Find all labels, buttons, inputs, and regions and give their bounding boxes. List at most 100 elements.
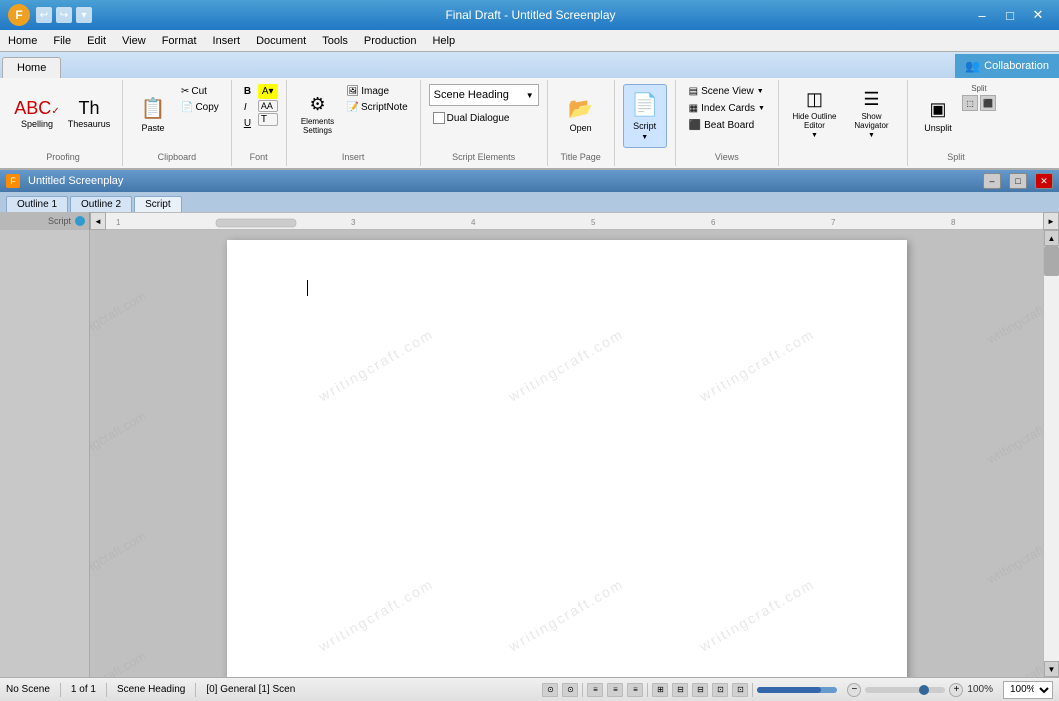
script-group-label — [623, 160, 667, 162]
title-bar-left: F ↩ ↪ ▾ — [8, 4, 92, 26]
menu-tools[interactable]: Tools — [314, 30, 356, 51]
insert-buttons: ⚙ ElementsSettings 🖼 Image 📝 ScriptNote — [295, 84, 412, 150]
menu-help[interactable]: Help — [424, 30, 463, 51]
text-cursor — [307, 280, 308, 296]
menu-format[interactable]: Format — [154, 30, 205, 51]
scroll-up-button[interactable]: ▲ — [1044, 230, 1059, 246]
hide-outline-icon: ◫ — [806, 89, 823, 110]
watermark-left2: writingcraft.com — [90, 408, 149, 467]
ribbon: Home 👥 Collaboration ABC✓ Spelling Th Th… — [0, 52, 1059, 170]
status-sep-5 — [647, 683, 648, 697]
align-icon-1[interactable]: ≡ — [587, 683, 603, 697]
thesaurus-button[interactable]: Th Thesaurus — [64, 84, 114, 144]
script-area[interactable]: writingcraft.com writingcraft.com writin… — [90, 230, 1043, 677]
align-icon-2[interactable]: ≡ — [607, 683, 623, 697]
scriptnote-button[interactable]: 📝 ScriptNote — [343, 100, 412, 115]
nav-next-icon[interactable]: ⊙ — [562, 683, 578, 697]
view-icon-3[interactable]: ⊟ — [692, 683, 708, 697]
image-button[interactable]: 🖼 Image — [343, 84, 412, 99]
script-arrow: ▼ — [641, 134, 648, 141]
show-navigator-button[interactable]: ☰ ShowNavigator ▼ — [844, 84, 899, 144]
align-icon-3[interactable]: ≡ — [627, 683, 643, 697]
menu-file[interactable]: File — [45, 30, 79, 51]
script-label: Script — [633, 121, 656, 131]
dual-dialogue-checkbox — [433, 112, 445, 124]
tab-script[interactable]: Script — [134, 196, 182, 212]
dual-dialogue-button[interactable]: Dual Dialogue — [429, 110, 514, 126]
ruler-scroll-left[interactable]: ◄ — [90, 212, 106, 230]
script-element-value: Scene Heading — [434, 89, 509, 101]
scroll-down-button[interactable]: ▼ — [1044, 661, 1059, 677]
redo-btn[interactable]: ↪ — [56, 7, 72, 23]
zoom-slider[interactable] — [865, 687, 945, 693]
open-title-page-button[interactable]: 📂 Open — [556, 84, 606, 144]
show-navigator-label: ShowNavigator — [854, 112, 888, 130]
more-btn[interactable]: ▾ — [76, 7, 92, 23]
spelling-button[interactable]: ABC✓ Spelling — [12, 84, 62, 144]
ribbon-group-split: ▣ Unsplit Split ⬚ ⬛ Split — [908, 80, 1004, 166]
beat-board-button[interactable]: ⬛ Beat Board — [684, 118, 760, 133]
menu-view[interactable]: View — [114, 30, 154, 51]
image-label: Image — [361, 86, 389, 97]
italic-button[interactable]: I — [240, 100, 256, 115]
tab-home[interactable]: Home — [2, 57, 61, 79]
window-controls: – □ ✕ — [969, 5, 1051, 25]
scroll-thumb[interactable] — [1044, 246, 1059, 276]
zoom-out-button[interactable]: − — [847, 683, 861, 697]
bold-button[interactable]: B — [240, 84, 256, 99]
hide-outline-editor-button[interactable]: ◫ Hide OutlineEditor ▼ — [787, 84, 842, 144]
unsplit-button[interactable]: ▣ Unsplit — [916, 84, 960, 148]
right-scrollbar[interactable]: ▲ ▼ — [1043, 230, 1059, 677]
copy-button[interactable]: 📄 Copy — [177, 100, 223, 115]
ruler-scroll-right[interactable]: ► — [1043, 212, 1059, 230]
script-button[interactable]: 📄 Script ▼ — [623, 84, 667, 148]
undo-btn[interactable]: ↩ — [36, 7, 52, 23]
doc-restore-button[interactable]: □ — [1009, 173, 1027, 189]
menu-insert[interactable]: Insert — [205, 30, 249, 51]
menu-document[interactable]: Document — [248, 30, 314, 51]
left-sidebar — [0, 230, 90, 677]
document-tabs: Outline 1 Outline 2 Script — [0, 192, 1059, 212]
view-icon-5[interactable]: ⊡ — [732, 683, 748, 697]
menu-edit[interactable]: Edit — [79, 30, 114, 51]
doc-close-button[interactable]: ✕ — [1035, 173, 1053, 189]
cut-button[interactable]: ✂ Cut — [177, 84, 223, 99]
nav-back-icon[interactable]: ⊙ — [542, 683, 558, 697]
highlight-button[interactable]: A▾ — [258, 84, 278, 99]
underline-button[interactable]: U — [240, 116, 256, 131]
script-element-dropdown[interactable]: Scene Heading ▼ — [429, 84, 539, 106]
zoom-in-button[interactable]: + — [949, 683, 963, 697]
view-icon-2[interactable]: ⊟ — [672, 683, 688, 697]
menu-home[interactable]: Home — [0, 30, 45, 51]
minimize-button[interactable]: – — [969, 5, 995, 25]
maximize-button[interactable]: □ — [997, 5, 1023, 25]
paste-button[interactable]: 📋 Paste — [131, 84, 175, 144]
scene-view-button[interactable]: ▤ Scene View ▼ — [684, 84, 769, 99]
cut-icon: ✂ — [181, 86, 189, 97]
elements-settings-button[interactable]: ⚙ ElementsSettings — [295, 84, 341, 144]
zoom-select[interactable]: 100% 75% 150% — [1003, 681, 1053, 699]
split-h-button[interactable]: ⬚ — [962, 95, 978, 111]
view-icon-1[interactable]: ⊞ — [652, 683, 668, 697]
view-icon-4[interactable]: ⊡ — [712, 683, 728, 697]
tab-outline2[interactable]: Outline 2 — [70, 196, 132, 212]
watermark-left3: writingcraft.com — [90, 528, 149, 587]
insert-col: 🖼 Image 📝 ScriptNote — [343, 84, 412, 115]
script-progress-bar[interactable] — [757, 687, 837, 693]
split-v-button[interactable]: ⬛ — [980, 95, 996, 111]
menu-production[interactable]: Production — [356, 30, 425, 51]
sidebar-marker — [75, 216, 85, 226]
ruler-left-margin: Script — [0, 212, 90, 230]
page-content[interactable] — [227, 240, 907, 677]
collaboration-button[interactable]: 👥 Collaboration — [955, 54, 1059, 78]
tab-outline1[interactable]: Outline 1 — [6, 196, 68, 212]
script-page: writingcraft.com writingcraft.com writin… — [227, 240, 907, 677]
menu-bar: Home File Edit View Format Insert Docume… — [0, 30, 1059, 52]
font-aa-button[interactable]: AA — [258, 100, 278, 112]
index-cards-button[interactable]: ▦ Index Cards ▼ — [684, 101, 770, 116]
close-button[interactable]: ✕ — [1025, 5, 1051, 25]
doc-minimize-button[interactable]: – — [983, 173, 1001, 189]
font-t-button[interactable]: T — [258, 113, 278, 126]
title-bar: F ↩ ↪ ▾ Final Draft - Untitled Screenpla… — [0, 0, 1059, 30]
document-titlebar: F Untitled Screenplay – □ ✕ — [0, 170, 1059, 192]
